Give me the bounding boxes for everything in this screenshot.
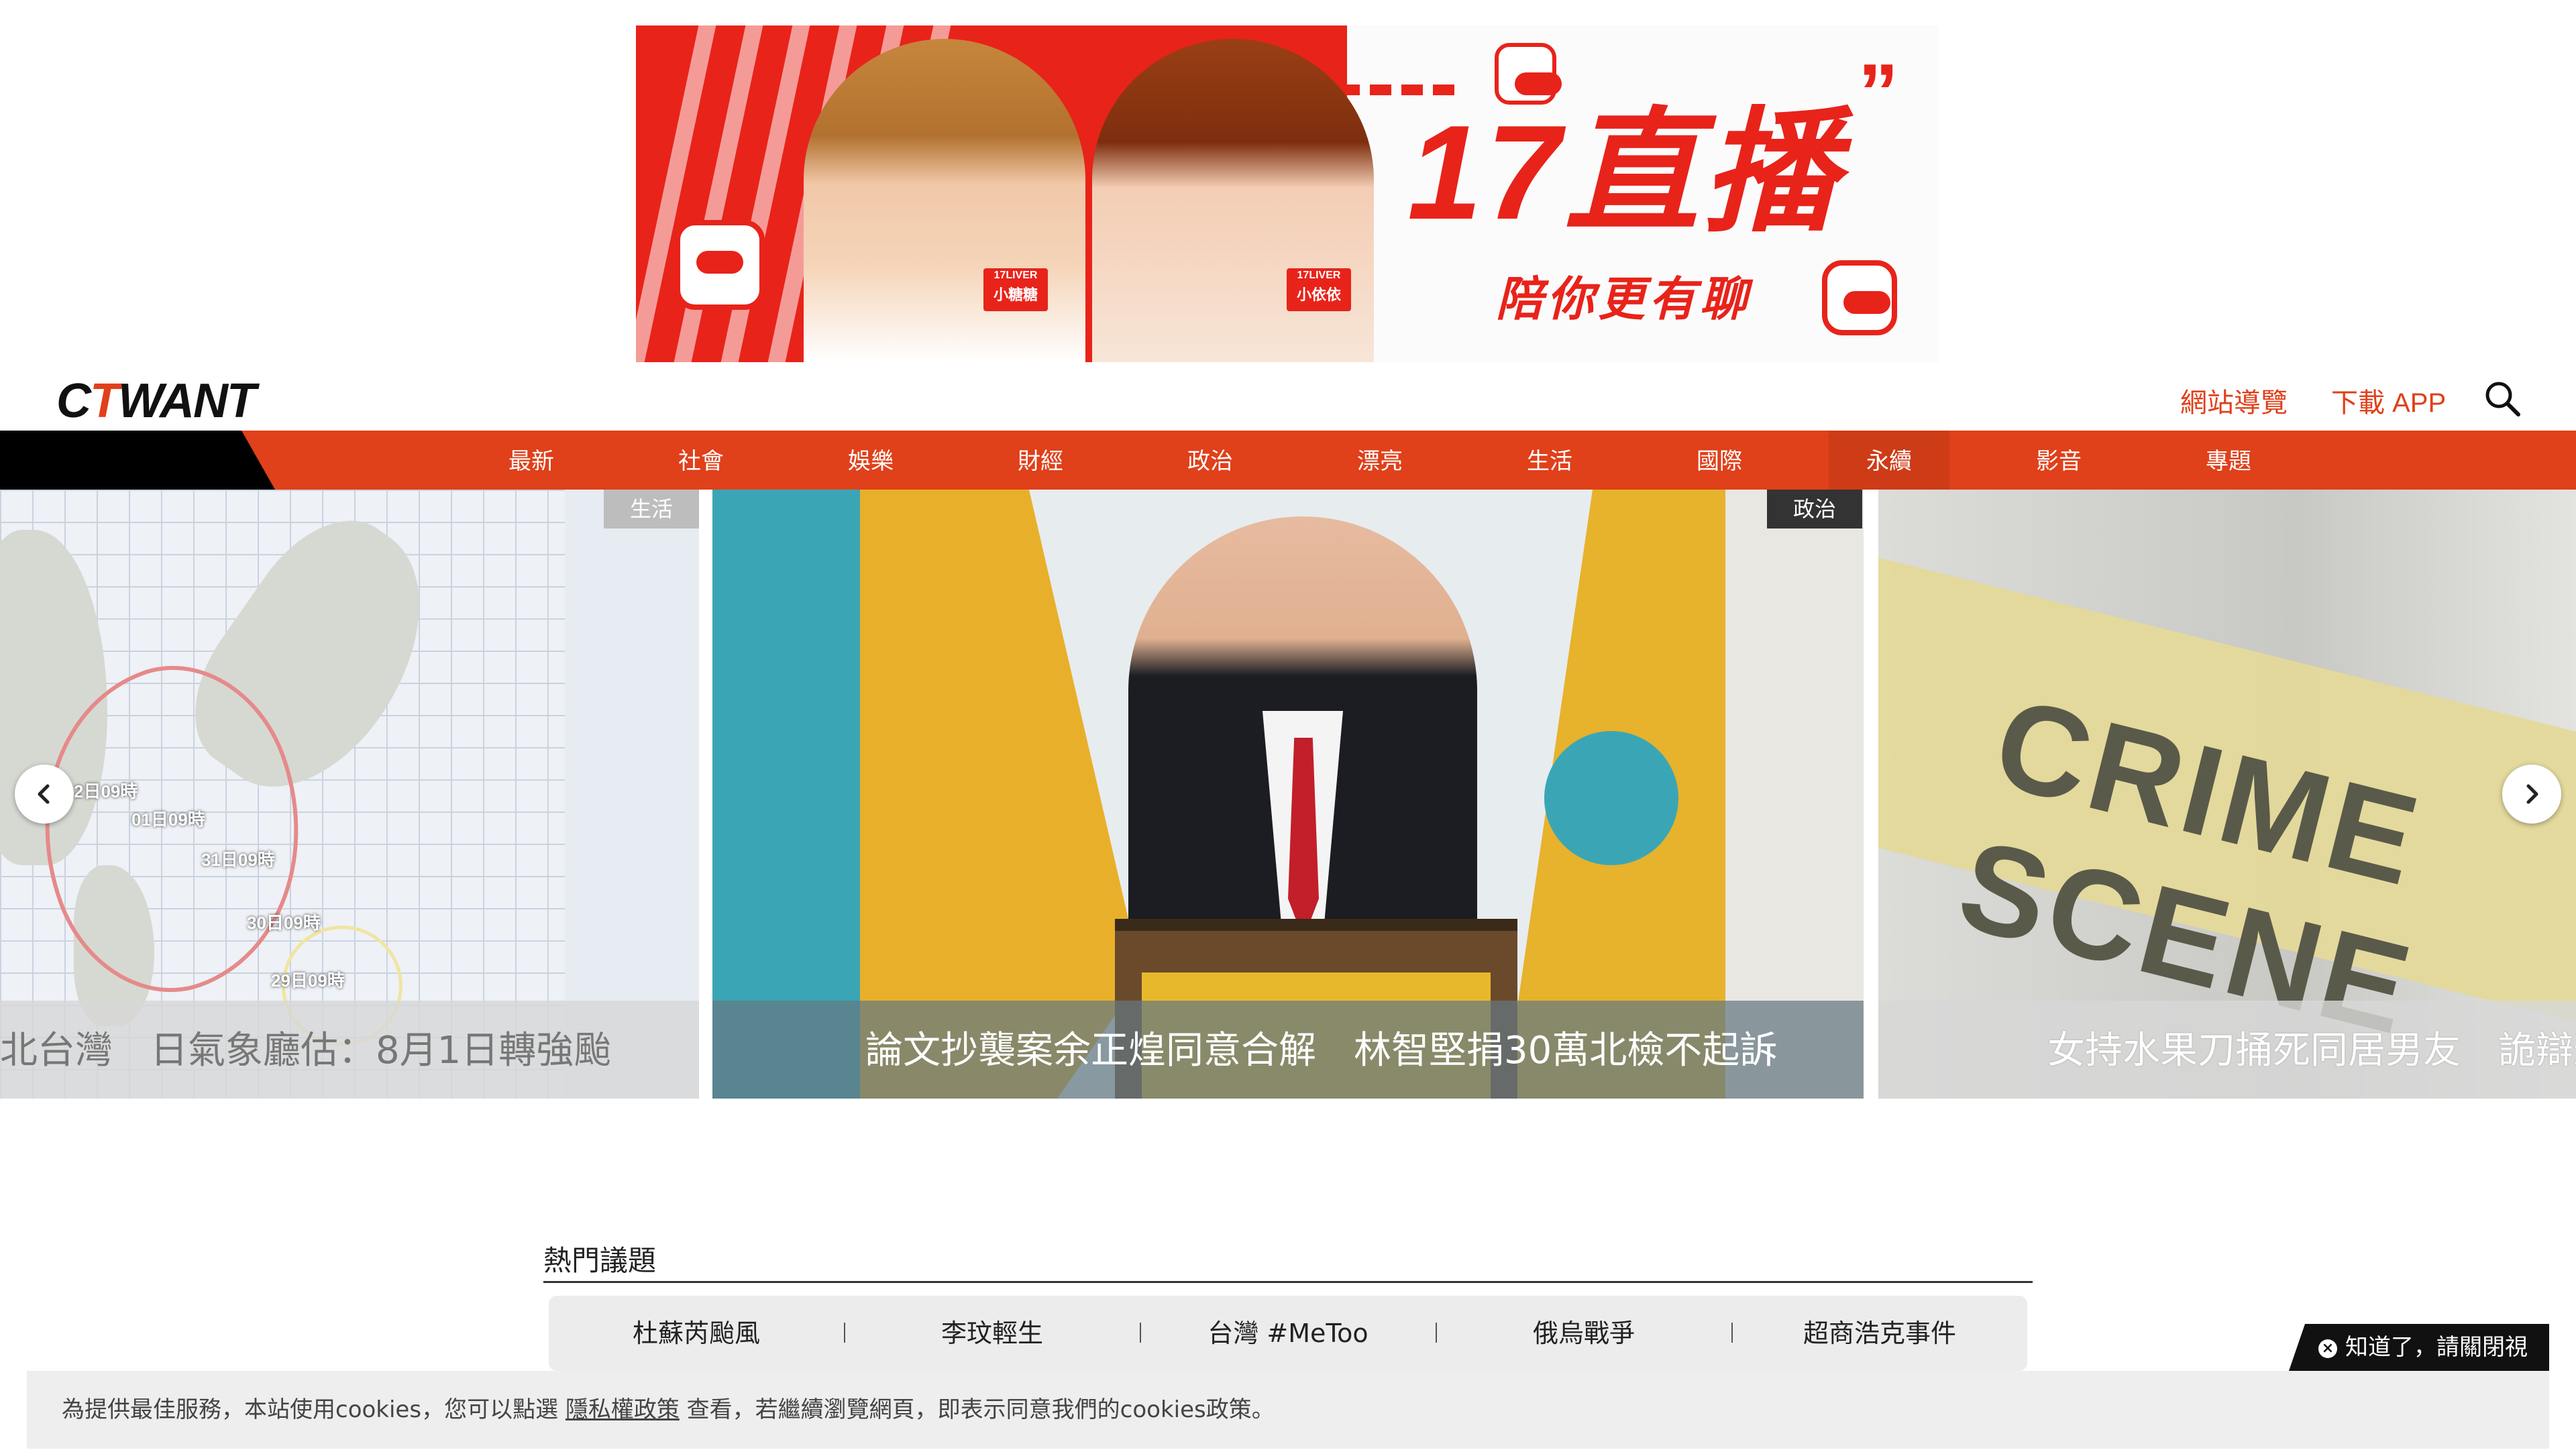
nav-item-video[interactable]: 影音: [1998, 431, 2119, 490]
caption-bar: 論文抄襲案余正煌同意合解 林智堅捐30萬北檢不起訴: [712, 1001, 1864, 1099]
carousel-prev-button[interactable]: [15, 765, 74, 824]
nav-item-finance[interactable]: 財經: [980, 431, 1101, 490]
category-badge: 生活: [604, 490, 699, 528]
site-map-link[interactable]: 網站導覽: [2180, 381, 2288, 420]
slide-caption[interactable]: 論文抄襲案余正煌同意合解 林智堅捐30萬北檢不起訴: [865, 1001, 1777, 1099]
carousel-slide[interactable]: 2日09時 01日09時 31日09時 30日09時 29日09時 生活 北台灣…: [0, 490, 699, 1099]
nav-item-international[interactable]: 國際: [1659, 431, 1780, 490]
site-logo[interactable]: CTWANT: [56, 374, 256, 428]
carousel-slide[interactable]: 政治 論文抄襲案余正煌同意合解 林智堅捐30萬北檢不起訴: [712, 490, 1864, 1099]
cookie-close-button[interactable]: ×知道了，請關閉視窗: [2289, 1324, 2549, 1371]
nav-black-wedge: [0, 431, 275, 490]
nav-item-sustainability[interactable]: 永續: [1829, 431, 1949, 490]
nav-item-topics[interactable]: 專題: [2168, 431, 2289, 490]
carousel-slide[interactable]: CRIME SCENE 女持水果刀捅死同居男友 詭辯遭: [1878, 490, 2576, 1099]
ad-tag-brand: 17LIVER: [994, 270, 1038, 281]
nav-item-politics[interactable]: 政治: [1150, 431, 1271, 490]
nav-item-entertainment[interactable]: 娛樂: [810, 431, 931, 490]
category-badge: 政治: [1767, 490, 1862, 528]
hot-topic-item[interactable]: 俄烏戰爭: [1436, 1296, 1731, 1371]
backdrop-block: [1544, 731, 1678, 865]
ad-face-icon: [675, 220, 765, 310]
nav-item-life[interactable]: 生活: [1489, 431, 1610, 490]
hot-topic-item[interactable]: 超商浩克事件: [1732, 1296, 2027, 1371]
ad-tag: 17LIVER 小糖糖: [983, 268, 1048, 311]
cookie-notice: 為提供最佳服務，本站使用cookies，您可以點選 隱私權政策 查看，若繼續瀏覽…: [27, 1371, 2549, 1449]
map-label: 30日09時: [247, 913, 321, 933]
carousel-next-button[interactable]: [2502, 765, 2561, 824]
ad-tag-name: 小糖糖: [993, 286, 1038, 303]
hot-topics-bar: 杜蘇芮颱風 李玟輕生 台灣 #MeToo 俄烏戰爭 超商浩克事件: [549, 1296, 2027, 1371]
ad-tag-brand: 17LIVER: [1297, 270, 1341, 281]
ad-subtitle: 陪你更有聊: [1496, 273, 1751, 325]
caption-bar: 北台灣 日氣象廳估：8月1日轉強颱: [0, 1001, 699, 1099]
download-app-link[interactable]: 下載 APP: [2331, 381, 2446, 420]
cookie-text-after: 查看，若繼續瀏覽網頁，即表示同意我們的cookies政策。: [679, 1396, 1275, 1423]
ad-banner[interactable]: 17LIVER 小糖糖 17LIVER 小依依 ” 17直播 陪你更有聊: [636, 25, 1939, 362]
hot-topic-item[interactable]: 台灣 #MeToo: [1140, 1296, 1436, 1371]
nav-item-society[interactable]: 社會: [641, 431, 761, 490]
nav-item-latest[interactable]: 最新: [471, 431, 592, 490]
hot-topics-title: 熱門議題: [543, 1244, 657, 1277]
cookie-text: 為提供最佳服務，本站使用cookies，您可以點選 隱私權政策 查看，若繼續瀏覽…: [62, 1371, 1275, 1449]
map-label: 31日09時: [201, 850, 275, 870]
ad-tag-name: 小依依: [1296, 286, 1341, 303]
ad-title: 17直播: [1407, 98, 1841, 247]
main-nav: 最新 社會 娛樂 財經 政治 漂亮 生活 國際 永續 影音 專題: [0, 431, 2576, 490]
map-label: 01日09時: [131, 810, 205, 830]
site-logo-text: CTWANT: [56, 374, 256, 428]
caption-bar: 女持水果刀捅死同居男友 詭辯遭: [1878, 1001, 2576, 1099]
chevron-left-icon: [38, 784, 50, 804]
hot-topics-divider: [543, 1281, 2033, 1283]
ad-face-icon: [1495, 43, 1562, 105]
map-label: 29日09時: [271, 970, 345, 991]
chevron-right-icon: [2526, 784, 2538, 804]
nav-item-beauty[interactable]: 漂亮: [1320, 431, 1440, 490]
slide-caption[interactable]: 女持水果刀捅死同居男友 詭辯遭: [2047, 1001, 2576, 1099]
ad-person-image: [804, 39, 1085, 362]
search-icon[interactable]: [2483, 380, 2521, 417]
privacy-policy-link[interactable]: 隱私權政策: [566, 1396, 680, 1423]
hot-topic-item[interactable]: 李玟輕生: [845, 1296, 1140, 1371]
slide-caption[interactable]: 北台灣 日氣象廳估：8月1日轉強颱: [0, 1001, 611, 1099]
ad-person-image: [1092, 39, 1374, 362]
ad-face-icon: [1822, 260, 1897, 335]
cookie-text-before: 為提供最佳服務，本站使用cookies，您可以點選: [62, 1396, 566, 1423]
ad-tag: 17LIVER 小依依: [1287, 268, 1351, 311]
close-icon: ×: [2318, 1339, 2337, 1358]
hot-topic-item[interactable]: 杜蘇芮颱風: [549, 1296, 844, 1371]
ad-quote-mark: ”: [1858, 48, 1898, 137]
map-label: 2日09時: [74, 781, 138, 801]
